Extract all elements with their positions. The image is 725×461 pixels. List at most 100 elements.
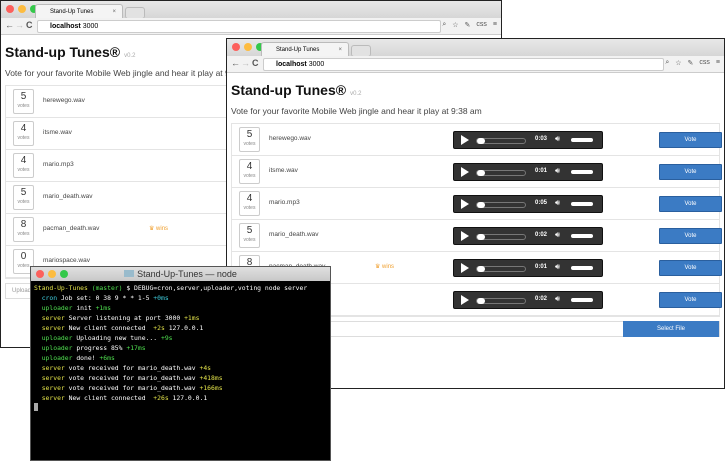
duration: 0:01: [535, 264, 548, 270]
votes-label: votes: [17, 167, 30, 173]
minimize-button[interactable]: [244, 43, 252, 51]
star-icon[interactable]: ☆: [452, 21, 458, 29]
vote-button[interactable]: Vote: [659, 260, 722, 276]
terminal-segment: New client connected: [68, 324, 154, 332]
vote-count-badge: 4 votes: [13, 153, 34, 178]
star-icon[interactable]: ☆: [675, 59, 681, 67]
votes-label: votes: [243, 205, 256, 211]
close-button[interactable]: [6, 5, 14, 13]
terminal-segment: server: [34, 314, 69, 322]
vote-button[interactable]: Vote: [659, 132, 722, 148]
audio-player[interactable]: 0:01 🔊︎: [453, 163, 603, 181]
menu-icon[interactable]: ≡: [716, 59, 720, 67]
play-icon[interactable]: [461, 199, 469, 209]
tune-name: herewego.wav: [43, 97, 85, 104]
seek-bar[interactable]: [476, 234, 526, 240]
tune-name: mario_death.wav: [269, 231, 319, 238]
reload-icon[interactable]: C: [252, 58, 259, 68]
seek-handle[interactable]: [477, 234, 485, 240]
close-button[interactable]: [36, 270, 44, 278]
search-icon[interactable]: ⌕: [665, 59, 669, 67]
tab-close-icon[interactable]: ×: [112, 5, 116, 19]
eyedropper-icon[interactable]: ✎: [465, 21, 471, 29]
vote-count-badge: 8votes: [13, 217, 34, 242]
version: v0.2: [350, 91, 362, 97]
terminal-segment: cron: [34, 294, 61, 302]
terminal-line: uploader init +1ms: [34, 303, 327, 313]
play-icon[interactable]: [461, 263, 469, 273]
app-title: Stand-up Tunes®: [5, 44, 121, 60]
vote-button[interactable]: Vote: [659, 164, 722, 180]
search-icon[interactable]: ⌕: [442, 21, 446, 29]
menu-icon[interactable]: ≡: [493, 21, 497, 29]
play-icon[interactable]: [461, 135, 469, 145]
vote-button[interactable]: Vote: [659, 196, 722, 212]
volume-slider[interactable]: [571, 234, 593, 238]
audio-player[interactable]: 0:05 🔊︎: [453, 195, 603, 213]
terminal-segment: Job set: 0 38 9 * * 1-5: [60, 294, 154, 302]
vote-count-badge: 4 votes: [13, 121, 34, 146]
browser-tab[interactable]: Stand-Up Tunes ×: [35, 4, 123, 18]
volume-slider[interactable]: [571, 298, 593, 302]
css-extension[interactable]: css: [476, 21, 487, 29]
eyedropper-icon[interactable]: ✎: [688, 59, 694, 67]
vote-count: 5: [20, 91, 27, 102]
terminal-segment: uploader: [34, 354, 77, 362]
vote-button[interactable]: Vote: [659, 228, 722, 244]
back-icon[interactable]: ←: [5, 20, 14, 30]
volume-slider[interactable]: [571, 170, 593, 174]
seek-handle[interactable]: [477, 202, 485, 208]
volume-slider[interactable]: [571, 266, 593, 270]
minimize-button[interactable]: [18, 5, 26, 13]
terminal-segment: +9s: [160, 334, 173, 342]
seek-handle[interactable]: [477, 266, 485, 272]
css-extension[interactable]: css: [699, 59, 710, 67]
volume-icon[interactable]: 🔊︎: [555, 134, 560, 144]
audio-player[interactable]: 0:02 🔊︎: [453, 227, 603, 245]
audio-player[interactable]: 0:01 🔊︎: [453, 259, 603, 277]
terminal-line: server vote received for mario_death.wav…: [34, 383, 327, 393]
seek-bar[interactable]: [476, 170, 526, 176]
terminal-title-bar: Stand-Up-Tunes — node: [31, 267, 330, 281]
terminal-line: Stand-Up-Tunes (master) $ DEBUG=cron,ser…: [34, 283, 327, 293]
seek-bar[interactable]: [476, 202, 526, 208]
terminal-title: Stand-Up-Tunes — node: [137, 269, 237, 279]
select-file-button[interactable]: Select File: [623, 321, 719, 337]
volume-icon[interactable]: 🔊︎: [555, 166, 560, 176]
seek-handle[interactable]: [477, 138, 485, 144]
volume-slider[interactable]: [571, 202, 593, 206]
play-icon[interactable]: [461, 231, 469, 241]
close-button[interactable]: [232, 43, 240, 51]
seek-bar[interactable]: [476, 266, 526, 272]
volume-icon[interactable]: 🔊︎: [555, 262, 560, 272]
terminal-window: Stand-Up-Tunes — node Stand-Up-Tunes (ma…: [30, 266, 331, 461]
terminal-output[interactable]: Stand-Up-Tunes (master) $ DEBUG=cron,ser…: [31, 281, 330, 416]
vote-count: 5: [246, 129, 253, 140]
forward-icon[interactable]: →: [241, 58, 250, 68]
back-icon[interactable]: ←: [231, 58, 240, 68]
audio-player[interactable]: 0:02 🔊︎: [453, 291, 603, 309]
browser-tab[interactable]: Stand-Up Tunes ×: [261, 42, 349, 56]
votes-label: votes: [243, 173, 256, 179]
address-bar[interactable]: localhost 3000: [263, 58, 664, 71]
zoom-button[interactable]: [60, 270, 68, 278]
seek-bar[interactable]: [476, 298, 526, 304]
seek-bar[interactable]: [476, 138, 526, 144]
address-bar[interactable]: localhost 3000: [37, 20, 441, 33]
volume-icon[interactable]: 🔊︎: [555, 294, 560, 304]
minimize-button[interactable]: [48, 270, 56, 278]
volume-icon[interactable]: 🔊︎: [555, 198, 560, 208]
seek-handle[interactable]: [477, 170, 485, 176]
volume-icon[interactable]: 🔊︎: [555, 230, 560, 240]
audio-player[interactable]: 0:03 🔊︎: [453, 131, 603, 149]
forward-icon[interactable]: →: [15, 20, 24, 30]
terminal-segment: +1ms: [184, 314, 200, 322]
vote-count: 5: [246, 225, 253, 236]
reload-icon[interactable]: C: [26, 20, 33, 30]
volume-slider[interactable]: [571, 138, 593, 142]
play-icon[interactable]: [461, 167, 469, 177]
vote-button[interactable]: Vote: [659, 292, 722, 308]
seek-handle[interactable]: [477, 298, 485, 304]
tab-close-icon[interactable]: ×: [338, 43, 342, 57]
play-icon[interactable]: [461, 295, 469, 305]
